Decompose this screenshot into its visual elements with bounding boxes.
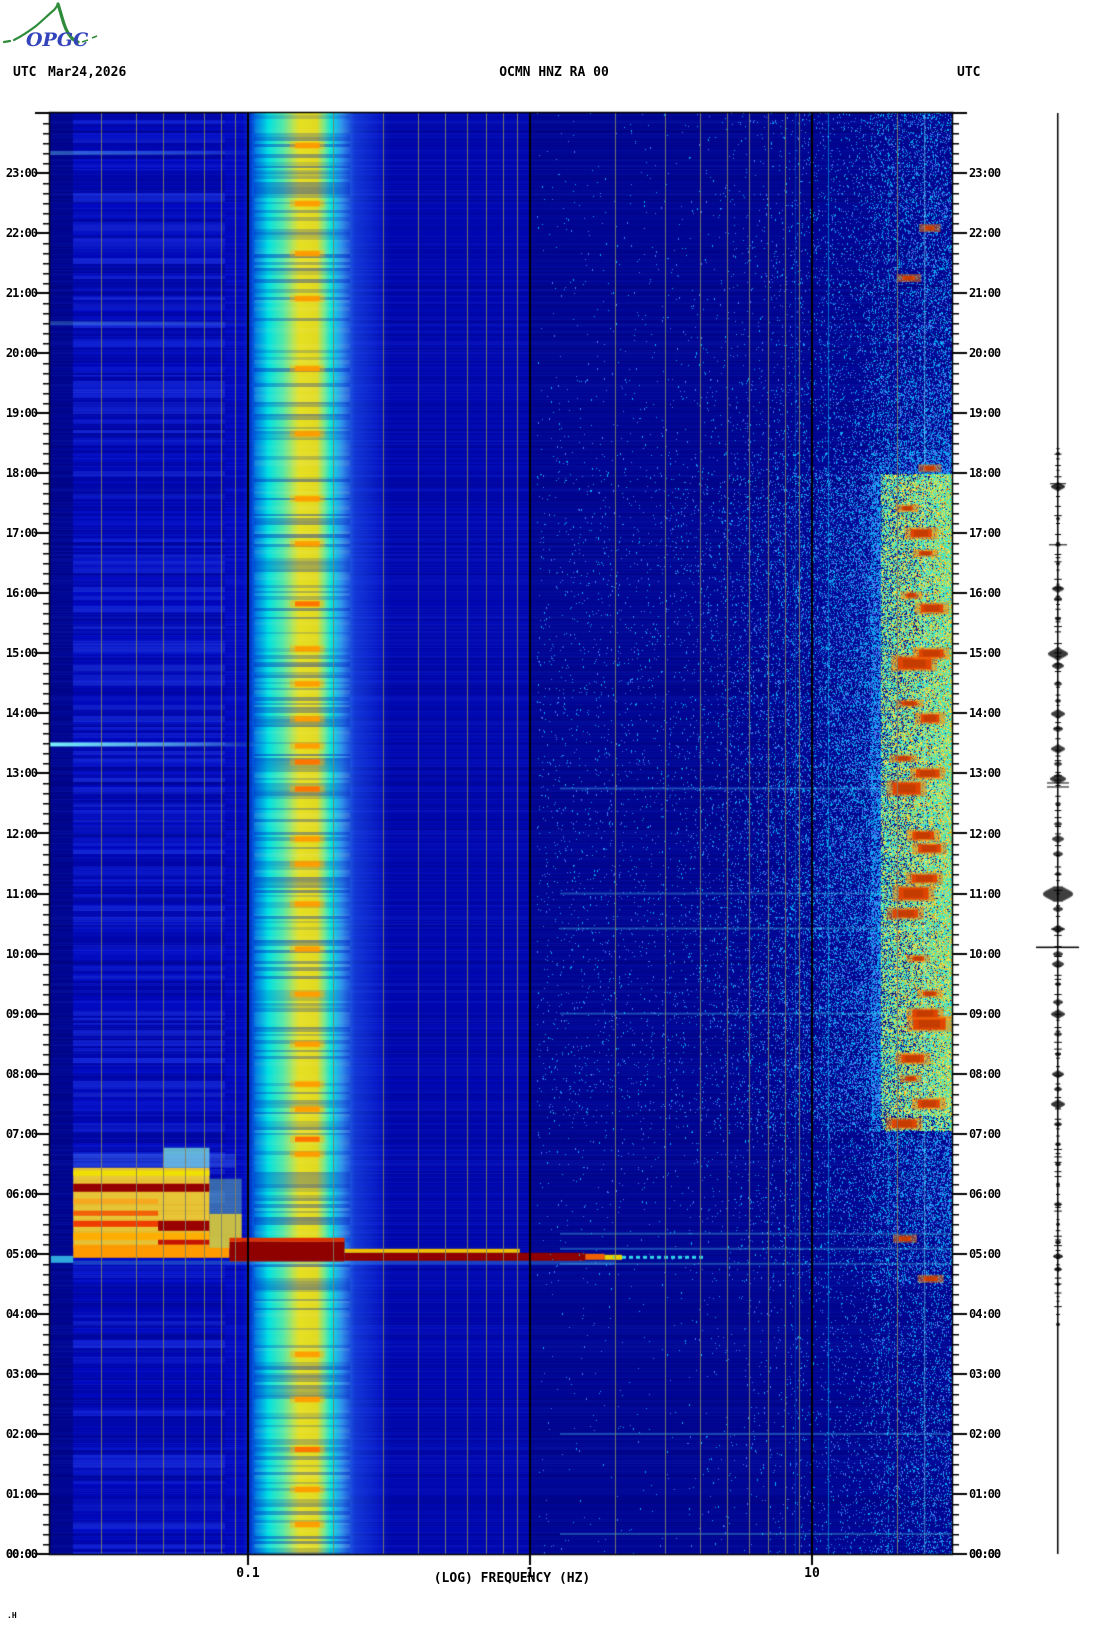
y-tick-label-right: 07:00 (969, 1126, 1001, 1141)
y-tick-label-left: 15:00 (5, 646, 38, 661)
y-tick-label-baseline: 00:00 (5, 1547, 38, 1561)
y-tick-label-right: 05:00 (969, 1246, 1001, 1261)
y-tick-label-right: 22:00 (969, 226, 1001, 241)
y-tick-label-right: 09:00 (969, 1006, 1001, 1021)
y-tick-label-left: 17:00 (5, 526, 38, 541)
x-tick-label: 10 (804, 1566, 820, 1581)
y-tick-label-left: 01:00 (5, 1486, 38, 1501)
y-tick-label-left: 02:00 (5, 1426, 38, 1441)
y-tick-label-baseline: 00:00 (969, 1547, 1001, 1561)
y-tick-label-left: 09:00 (5, 1006, 38, 1021)
y-tick-label-left: 08:00 (5, 1066, 38, 1081)
y-tick-label-left: 03:00 (5, 1366, 38, 1381)
x-axis-title: (LOG) FREQUENCY (HZ) (433, 1571, 591, 1586)
y-tick-label-right: 14:00 (969, 706, 1001, 721)
corner-glyph: .H (7, 1611, 17, 1620)
y-tick-label-right: 13:00 (969, 766, 1001, 781)
y-tick-label-right: 10:00 (969, 946, 1001, 961)
y-tick-label-left: 13:00 (5, 766, 38, 781)
plot-title: OCMN HNZ RA 00 (499, 65, 609, 80)
y-tick-label-right: 04:00 (969, 1306, 1001, 1321)
y-tick-label-right: 02:00 (969, 1426, 1001, 1441)
y-tick-label-left: 07:00 (5, 1126, 38, 1141)
y-tick-label-left: 05:00 (5, 1246, 38, 1261)
y-tick-label-right: 18:00 (969, 466, 1001, 481)
opgc-logo: OPGC (2, 2, 98, 51)
y-tick-label-left: 19:00 (5, 406, 38, 421)
spectrogram-canvas (0, 0, 1102, 1634)
y-tick-label-right: 19:00 (969, 406, 1001, 421)
y-tick-label-right: 23:00 (969, 166, 1001, 181)
header-date: Mar24,2026 (48, 65, 127, 80)
y-tick-label-right: 20:00 (969, 346, 1001, 361)
y-tick-label-left: 11:00 (5, 886, 38, 901)
y-tick-label-left: 12:00 (5, 826, 38, 841)
y-tick-label-right: 21:00 (969, 286, 1001, 301)
spectrogram-page: { "header": { "logo_text": "OPGC", "tz_l… (0, 0, 1102, 1634)
y-tick-label-right: 06:00 (969, 1186, 1001, 1201)
y-tick-label-left: 14:00 (5, 706, 38, 721)
y-tick-label-left: 20:00 (5, 346, 38, 361)
y-tick-label-right: 17:00 (969, 526, 1001, 541)
y-tick-label-left: 22:00 (5, 226, 38, 241)
y-tick-label-left: 18:00 (5, 466, 38, 481)
header-tz-right: UTC (957, 65, 981, 80)
y-tick-label-right: 11:00 (969, 886, 1001, 901)
y-tick-label-right: 03:00 (969, 1366, 1001, 1381)
y-tick-label-left: 23:00 (5, 166, 38, 181)
y-tick-label-left: 21:00 (5, 286, 38, 301)
y-tick-label-left: 04:00 (5, 1306, 38, 1321)
y-tick-label-right: 08:00 (969, 1066, 1001, 1081)
y-tick-label-right: 15:00 (969, 646, 1001, 661)
y-tick-label-right: 12:00 (969, 826, 1001, 841)
y-tick-label-left: 16:00 (5, 586, 38, 601)
x-tick-label: 0.1 (236, 1566, 260, 1581)
y-tick-label-right: 16:00 (969, 586, 1001, 601)
y-tick-label-left: 10:00 (5, 946, 38, 961)
y-tick-label-left: 06:00 (5, 1186, 38, 1201)
header-tz-left: UTC (13, 65, 37, 80)
opgc-logo-text: OPGC (26, 29, 88, 51)
y-tick-label-right: 01:00 (969, 1486, 1001, 1501)
